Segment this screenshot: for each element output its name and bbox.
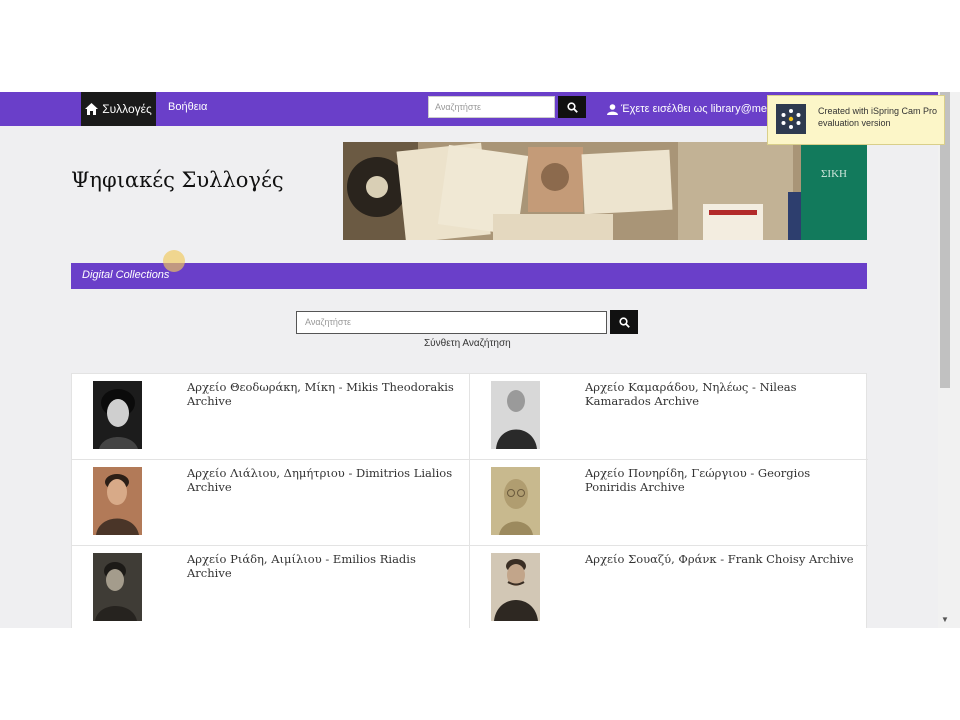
collection-title: Αρχείο Θεοδωράκη, Μίκη - Mikis Theodorak…: [187, 380, 454, 408]
collection-card-theodorakis[interactable]: Αρχείο Θεοδωράκη, Μίκη - Mikis Theodorak…: [72, 374, 470, 460]
portrait-image: [491, 467, 540, 535]
portrait-image: [491, 381, 540, 449]
collection-card-poniridis[interactable]: Αρχείο Πονηρίδη, Γεώργιου - Georgios Pon…: [470, 460, 868, 546]
page-title: Ψηφιακές Συλλογές: [71, 168, 284, 192]
search-icon: [566, 101, 578, 113]
main-search-button[interactable]: [610, 310, 638, 334]
collection-card-lialios[interactable]: Αρχείο Λιάλιου, Δημήτριου - Dimitrios Li…: [72, 460, 470, 546]
home-icon: [85, 103, 99, 115]
collection-card-kamarados[interactable]: Αρχείο Καμαράδου, Νηλέως - Nileas Kamara…: [470, 374, 868, 460]
collection-title: Αρχείο Σουαζύ, Φράνκ - Frank Choisy Arch…: [585, 552, 854, 566]
ispring-line-2: evaluation version: [818, 118, 891, 128]
user-status[interactable]: Έχετε εισέλθει ως library@mega: [607, 92, 779, 126]
ispring-line-1: Created with iSpring Cam Pro: [818, 106, 938, 116]
portrait-image: [491, 553, 540, 621]
collections-grid: Αρχείο Θεοδωράκη, Μίκη - Mikis Theodorak…: [71, 373, 868, 628]
collection-card-choisy[interactable]: Αρχείο Σουαζύ, Φράνκ - Frank Choisy Arch…: [470, 546, 868, 628]
ispring-text: Created with iSpring Cam Pro evaluation …: [818, 105, 943, 129]
nav-help-link[interactable]: Βοήθεια: [168, 92, 207, 126]
header-banner-image: ΣΙΚΗ: [343, 142, 867, 240]
browser-viewport: Συλλογές Βοήθεια Αναζητήστε Έχετε εισέλθ…: [0, 92, 960, 628]
portrait-image: [93, 553, 142, 621]
collection-card-riadis[interactable]: Αρχείο Ριάδη, Αιμίλιου - Emilios Riadis …: [72, 546, 470, 628]
nav-collections-label: Συλλογές: [102, 102, 152, 116]
advanced-search-link[interactable]: Σύνθετη Αναζήτηση: [424, 338, 511, 349]
portrait-image: [93, 467, 142, 535]
main-search-input[interactable]: Αναζητήστε: [296, 311, 607, 334]
collection-title: Αρχείο Καμαράδου, Νηλέως - Nileas Kamara…: [585, 380, 797, 408]
nav-collections-button[interactable]: Συλλογές: [81, 92, 156, 126]
mouse-cursor-highlight: [163, 250, 185, 272]
search-icon: [618, 316, 630, 328]
collection-title: Αρχείο Πονηρίδη, Γεώργιου - Georgios Pon…: [585, 466, 811, 494]
ispring-logo-icon: [776, 104, 806, 134]
portrait-image: [93, 381, 142, 449]
nav-search-button[interactable]: [558, 96, 586, 118]
scroll-down-arrow-icon[interactable]: ▼: [941, 615, 949, 624]
user-status-text: Έχετε εισέλθει ως library@mega: [621, 103, 780, 115]
collection-title: Αρχείο Λιάλιου, Δημήτριου - Dimitrios Li…: [187, 466, 453, 494]
section-header-label: Digital Collections: [82, 269, 170, 281]
user-icon: [607, 103, 618, 115]
ispring-watermark: Created with iSpring Cam Pro evaluation …: [767, 95, 945, 145]
svg-text:ΣΙΚΗ: ΣΙΚΗ: [821, 168, 847, 180]
section-header-bar: Digital Collections: [71, 263, 867, 289]
nav-search-input[interactable]: Αναζητήστε: [428, 96, 555, 118]
collection-title: Αρχείο Ριάδη, Αιμίλιου - Emilios Riadis …: [187, 552, 416, 580]
